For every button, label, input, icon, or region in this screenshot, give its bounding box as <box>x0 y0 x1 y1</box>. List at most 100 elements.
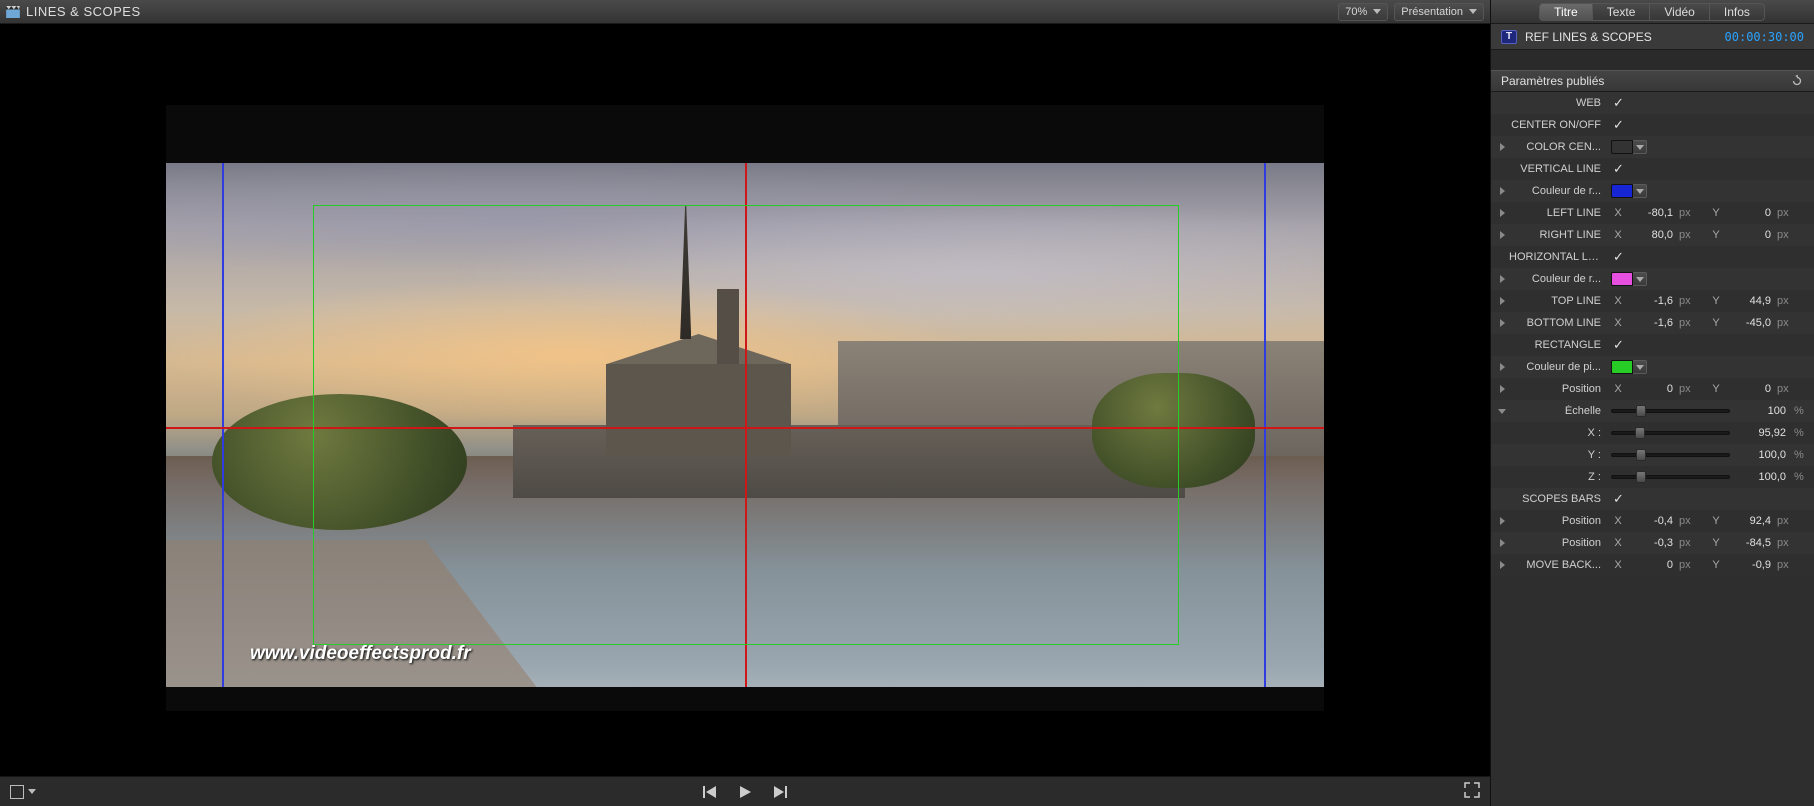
param-right-line: RIGHT LINE X 80,0 px Y 0 px <box>1491 224 1814 246</box>
disclosure-icon[interactable] <box>1500 297 1505 305</box>
viewer-footer <box>0 776 1490 806</box>
value-y[interactable]: 0 <box>1727 229 1773 241</box>
color-swatch-vertical[interactable] <box>1611 184 1647 198</box>
play-button[interactable] <box>738 785 752 799</box>
tab-video[interactable]: Vidéo <box>1649 3 1709 21</box>
disclosure-icon[interactable] <box>1500 319 1505 327</box>
disclosure-icon[interactable] <box>1500 561 1505 569</box>
param-bottom-line: BOTTOM LINE X -1,6 px Y -45,0 px <box>1491 312 1814 334</box>
presentation-dropdown[interactable]: Présentation <box>1394 3 1484 21</box>
viewer-body: www.videoeffectsprod.fr <box>0 24 1490 776</box>
value-y[interactable]: 0 <box>1727 207 1773 219</box>
slider-value[interactable]: 95,92 <box>1738 427 1786 439</box>
disclosure-icon[interactable] <box>1500 517 1505 525</box>
param-color-vertical: Couleur de r... <box>1491 180 1814 202</box>
value-y[interactable]: -84,5 <box>1727 537 1773 549</box>
param-label: LEFT LINE <box>1509 207 1607 219</box>
section-header-label: Paramètres publiés <box>1501 74 1604 88</box>
crop-tool-button[interactable] <box>10 785 36 799</box>
param-horizontal-line: HORIZONTAL LINE ✓ <box>1491 246 1814 268</box>
value-x[interactable]: -0,4 <box>1629 515 1675 527</box>
slider-echelle-z[interactable] <box>1611 475 1730 479</box>
disclosure-icon[interactable] <box>1500 275 1505 283</box>
value-x[interactable]: 80,0 <box>1629 229 1675 241</box>
value-x[interactable]: 0 <box>1629 383 1675 395</box>
watermark-url: www.videoeffectsprod.fr <box>250 643 471 665</box>
value-x[interactable]: -1,6 <box>1629 295 1675 307</box>
value-x[interactable]: -80,1 <box>1629 207 1675 219</box>
param-center-onoff: CENTER ON/OFF ✓ <box>1491 114 1814 136</box>
disclosure-icon[interactable] <box>1500 209 1505 217</box>
param-label: Couleur de r... <box>1509 273 1607 285</box>
disclosure-icon[interactable] <box>1500 385 1505 393</box>
disclosure-icon[interactable] <box>1500 363 1505 371</box>
crop-icon <box>10 785 24 799</box>
disclosure-icon[interactable] <box>1498 409 1506 414</box>
chevron-down-icon <box>1373 9 1381 14</box>
checkbox-vertical[interactable]: ✓ <box>1611 161 1624 177</box>
disclosure-icon[interactable] <box>1500 231 1505 239</box>
value-y[interactable]: -0,9 <box>1727 559 1773 571</box>
slider-value[interactable]: 100,0 <box>1738 449 1786 461</box>
param-echelle-z: Z : 100,0 % <box>1491 466 1814 488</box>
presentation-label: Présentation <box>1401 6 1463 18</box>
disclosure-icon[interactable] <box>1500 539 1505 547</box>
value-y[interactable]: 44,9 <box>1727 295 1773 307</box>
next-frame-button[interactable] <box>772 785 788 799</box>
chevron-down-icon <box>28 789 36 794</box>
disclosure-icon[interactable] <box>1500 143 1505 151</box>
inspector-tab-bar: Titre Texte Vidéo Infos <box>1491 0 1814 24</box>
param-label: Y : <box>1509 449 1607 461</box>
param-label: Échelle <box>1509 405 1607 417</box>
value-x[interactable]: -0,3 <box>1629 537 1675 549</box>
color-swatch-horizontal[interactable] <box>1611 272 1647 286</box>
params-list: WEB ✓ CENTER ON/OFF ✓ COLOR CEN... VERTI… <box>1491 92 1814 806</box>
slider-echelle-y[interactable] <box>1611 453 1730 457</box>
value-y[interactable]: -45,0 <box>1727 317 1773 329</box>
tab-texte[interactable]: Texte <box>1592 3 1651 21</box>
param-label: VERTICAL LINE <box>1509 163 1607 175</box>
axis-x-label: X <box>1611 207 1625 219</box>
fullscreen-button[interactable] <box>1464 782 1480 801</box>
viewer-title: LINES & SCOPES <box>26 4 141 19</box>
param-label: CENTER ON/OFF <box>1509 119 1607 131</box>
clapboard-icon <box>6 6 20 18</box>
param-scopes-position-2: Position X -0,3 px Y -84,5 px <box>1491 532 1814 554</box>
checkbox-horizontal[interactable]: ✓ <box>1611 249 1624 265</box>
value-y[interactable]: 92,4 <box>1727 515 1773 527</box>
tab-titre[interactable]: Titre <box>1539 3 1593 21</box>
param-color-horizontal: Couleur de r... <box>1491 268 1814 290</box>
param-label: COLOR CEN... <box>1509 141 1607 153</box>
param-echelle-x: X : 95,92 % <box>1491 422 1814 444</box>
slider-value[interactable]: 100,0 <box>1738 471 1786 483</box>
slider-echelle[interactable] <box>1611 409 1730 413</box>
value-x[interactable]: -1,6 <box>1629 317 1675 329</box>
timecode: 00:00:30:00 <box>1725 30 1804 44</box>
tab-infos[interactable]: Infos <box>1709 3 1765 21</box>
value-y[interactable]: 0 <box>1727 383 1773 395</box>
slider-value[interactable]: 100 <box>1738 405 1786 417</box>
value-x[interactable]: 0 <box>1629 559 1675 571</box>
param-rectangle: RECTANGLE ✓ <box>1491 334 1814 356</box>
param-scopes-position-1: Position X -0,4 px Y 92,4 px <box>1491 510 1814 532</box>
prev-frame-button[interactable] <box>702 785 718 799</box>
color-swatch-center[interactable] <box>1611 140 1647 154</box>
axis-y-label: Y <box>1709 207 1723 219</box>
checkbox-web[interactable]: ✓ <box>1611 95 1624 111</box>
param-label: Position <box>1509 537 1607 549</box>
zoom-dropdown[interactable]: 70% <box>1338 3 1388 21</box>
slider-echelle-x[interactable] <box>1611 431 1730 435</box>
checkbox-rectangle[interactable]: ✓ <box>1611 337 1624 353</box>
checkbox-center[interactable]: ✓ <box>1611 117 1624 133</box>
video-canvas[interactable]: www.videoeffectsprod.fr <box>166 105 1324 711</box>
param-label: Position <box>1509 515 1607 527</box>
reset-icon[interactable] <box>1790 74 1804 88</box>
disclosure-icon[interactable] <box>1500 187 1505 195</box>
checkbox-scopes-bars[interactable]: ✓ <box>1611 491 1624 507</box>
param-top-line: TOP LINE X -1,6 px Y 44,9 px <box>1491 290 1814 312</box>
param-label: RECTANGLE <box>1509 339 1607 351</box>
inspector-pane: Titre Texte Vidéo Infos T REF LINES & SC… <box>1490 0 1814 806</box>
color-swatch-rectangle[interactable] <box>1611 360 1647 374</box>
swatch-color <box>1611 140 1633 154</box>
viewer-pane: LINES & SCOPES 70% Présentation <box>0 0 1490 806</box>
